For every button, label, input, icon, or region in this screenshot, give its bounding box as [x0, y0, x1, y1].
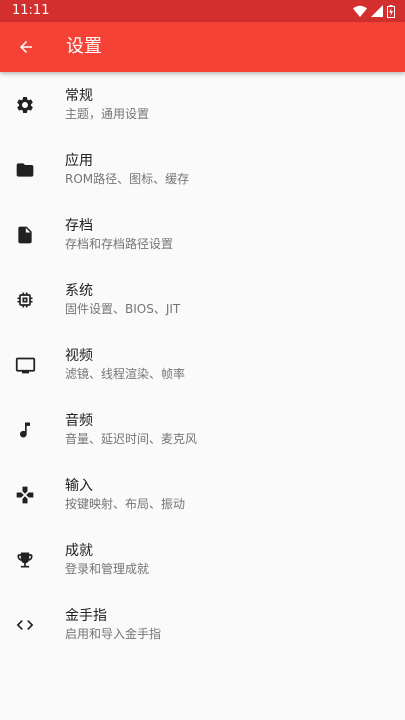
- status-bar: 11:11: [0, 0, 405, 22]
- settings-item-title: 常规: [65, 88, 93, 104]
- monitor-icon: [12, 352, 38, 378]
- settings-item-subtitle: 主题，通用设置: [65, 107, 150, 121]
- settings-item-title: 成就: [65, 543, 93, 559]
- arrow-back-icon: [17, 38, 35, 56]
- trophy-icon: [12, 547, 38, 573]
- gear-icon: [12, 92, 38, 118]
- gamepad-icon: [12, 482, 38, 508]
- settings-item-general[interactable]: 常规 主题，通用设置: [0, 72, 405, 137]
- settings-item-achievements[interactable]: 成就 登录和管理成就: [0, 527, 405, 592]
- settings-item-audio[interactable]: 音频 音量、延迟时间、麦克风: [0, 397, 405, 462]
- settings-item-title: 金手指: [65, 608, 107, 624]
- settings-item-apps[interactable]: 应用 ROM路径、图标、缓存: [0, 137, 405, 202]
- status-time: 11:11: [12, 3, 50, 18]
- settings-item-title: 存档: [65, 218, 93, 234]
- settings-item-video[interactable]: 视频 滤镜、线程渲染、帧率: [0, 332, 405, 397]
- settings-list: 常规 主题，通用设置 应用 ROM路径、图标、缓存 存档 存档和存档路径设置 系…: [0, 72, 405, 657]
- settings-item-subtitle: 按键映射、布局、振动: [65, 497, 186, 511]
- settings-item-title: 音频: [65, 413, 93, 429]
- settings-item-title: 输入: [65, 478, 93, 494]
- music-note-icon: [12, 417, 38, 443]
- settings-item-subtitle: 音量、延迟时间、麦克风: [65, 432, 198, 446]
- settings-item-saves[interactable]: 存档 存档和存档路径设置: [0, 202, 405, 267]
- signal-icon: [371, 5, 383, 17]
- settings-item-subtitle: 存档和存档路径设置: [65, 237, 174, 251]
- settings-item-subtitle: 滤镜、线程渲染、帧率: [65, 367, 186, 381]
- settings-item-input[interactable]: 输入 按键映射、布局、振动: [0, 462, 405, 527]
- status-icons: [353, 3, 395, 19]
- settings-item-subtitle: ROM路径、图标、缓存: [65, 172, 190, 186]
- folder-icon: [12, 157, 38, 183]
- back-button[interactable]: [10, 31, 42, 63]
- settings-item-system[interactable]: 系统 固件设置、BIOS、JIT: [0, 267, 405, 332]
- battery-icon: [387, 4, 395, 18]
- settings-item-title: 应用: [65, 153, 93, 169]
- settings-item-title: 系统: [65, 283, 93, 299]
- app-bar: 设置: [0, 22, 405, 72]
- settings-item-subtitle: 登录和管理成就: [65, 562, 150, 576]
- chip-icon: [12, 287, 38, 313]
- code-icon: [12, 612, 38, 638]
- file-icon: [12, 222, 38, 248]
- settings-item-title: 视频: [65, 348, 93, 364]
- settings-item-subtitle: 固件设置、BIOS、JIT: [65, 302, 181, 316]
- settings-item-subtitle: 启用和导入金手指: [65, 627, 162, 641]
- page-title: 设置: [66, 36, 102, 57]
- settings-item-cheats[interactable]: 金手指 启用和导入金手指: [0, 592, 405, 657]
- wifi-icon: [353, 5, 367, 17]
